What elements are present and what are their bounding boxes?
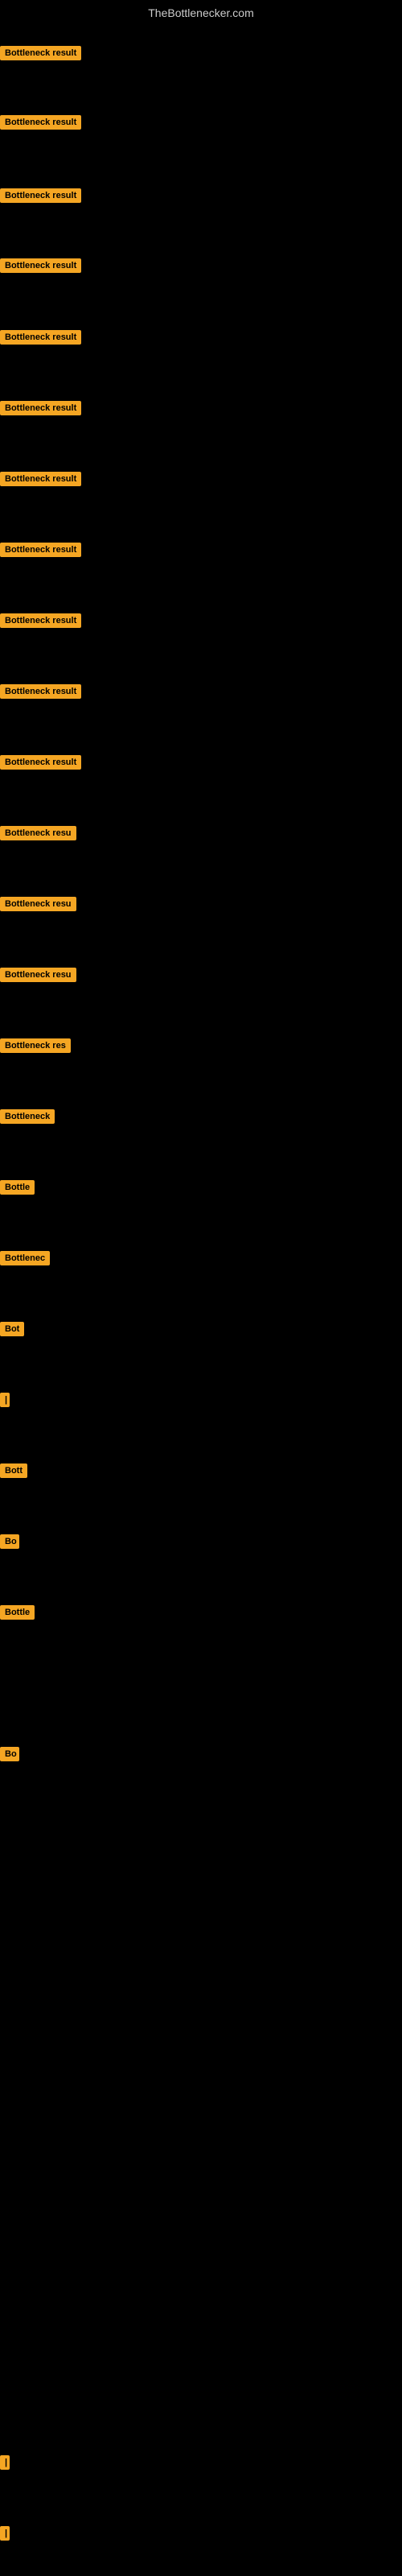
- result-row-4: Bottleneck result: [0, 258, 81, 277]
- result-row-9: Bottleneck result: [0, 613, 81, 632]
- bottleneck-badge-10[interactable]: Bottleneck result: [0, 684, 81, 699]
- result-row-19: Bot: [0, 1322, 24, 1340]
- bottleneck-badge-18[interactable]: Bottlenec: [0, 1251, 50, 1265]
- result-row-12: Bottleneck resu: [0, 826, 76, 844]
- bottleneck-badge-2[interactable]: Bottleneck result: [0, 115, 81, 130]
- bottleneck-badge-1[interactable]: Bottleneck result: [0, 46, 81, 60]
- bottleneck-badge-17[interactable]: Bottle: [0, 1180, 35, 1195]
- bottleneck-badge-11[interactable]: Bottleneck result: [0, 755, 81, 770]
- result-row-22: Bo: [0, 1534, 19, 1553]
- result-row-23: Bottle: [0, 1605, 35, 1624]
- result-row-17: Bottle: [0, 1180, 35, 1199]
- result-row-6: Bottleneck result: [0, 401, 81, 419]
- result-row-20: |: [0, 1393, 10, 1411]
- bottleneck-badge-36[interactable]: |: [0, 2526, 10, 2541]
- result-row-13: Bottleneck resu: [0, 897, 76, 915]
- bottleneck-badge-19[interactable]: Bot: [0, 1322, 24, 1336]
- result-row-1: Bottleneck result: [0, 46, 81, 64]
- result-row-11: Bottleneck result: [0, 755, 81, 774]
- bottleneck-badge-14[interactable]: Bottleneck resu: [0, 968, 76, 982]
- result-row-7: Bottleneck result: [0, 472, 81, 490]
- result-row-10: Bottleneck result: [0, 684, 81, 703]
- bottleneck-badge-22[interactable]: Bo: [0, 1534, 19, 1549]
- bottleneck-badge-8[interactable]: Bottleneck result: [0, 543, 81, 557]
- site-title: TheBottlenecker.com: [0, 0, 402, 26]
- bottleneck-badge-20[interactable]: |: [0, 1393, 10, 1407]
- bottleneck-badge-3[interactable]: Bottleneck result: [0, 188, 81, 203]
- result-row-16: Bottleneck: [0, 1109, 55, 1128]
- result-row-2: Bottleneck result: [0, 115, 81, 134]
- result-row-25: Bo: [0, 1747, 19, 1765]
- bottleneck-badge-15[interactable]: Bottleneck res: [0, 1038, 71, 1053]
- result-row-3: Bottleneck result: [0, 188, 81, 207]
- result-row-8: Bottleneck result: [0, 543, 81, 561]
- bottleneck-badge-7[interactable]: Bottleneck result: [0, 472, 81, 486]
- bottleneck-badge-23[interactable]: Bottle: [0, 1605, 35, 1620]
- result-row-36: |: [0, 2526, 10, 2545]
- result-row-18: Bottlenec: [0, 1251, 50, 1269]
- bottleneck-badge-25[interactable]: Bo: [0, 1747, 19, 1761]
- result-row-21: Bott: [0, 1463, 27, 1482]
- bottleneck-badge-13[interactable]: Bottleneck resu: [0, 897, 76, 911]
- bottleneck-badge-6[interactable]: Bottleneck result: [0, 401, 81, 415]
- bottleneck-badge-5[interactable]: Bottleneck result: [0, 330, 81, 345]
- bottleneck-badge-9[interactable]: Bottleneck result: [0, 613, 81, 628]
- bottleneck-badge-4[interactable]: Bottleneck result: [0, 258, 81, 273]
- bottleneck-badge-16[interactable]: Bottleneck: [0, 1109, 55, 1124]
- bottleneck-badge-35[interactable]: |: [0, 2455, 10, 2470]
- result-row-5: Bottleneck result: [0, 330, 81, 349]
- bottleneck-badge-12[interactable]: Bottleneck resu: [0, 826, 76, 840]
- bottleneck-badge-21[interactable]: Bott: [0, 1463, 27, 1478]
- result-row-15: Bottleneck res: [0, 1038, 71, 1057]
- result-row-14: Bottleneck resu: [0, 968, 76, 986]
- result-row-35: |: [0, 2455, 10, 2474]
